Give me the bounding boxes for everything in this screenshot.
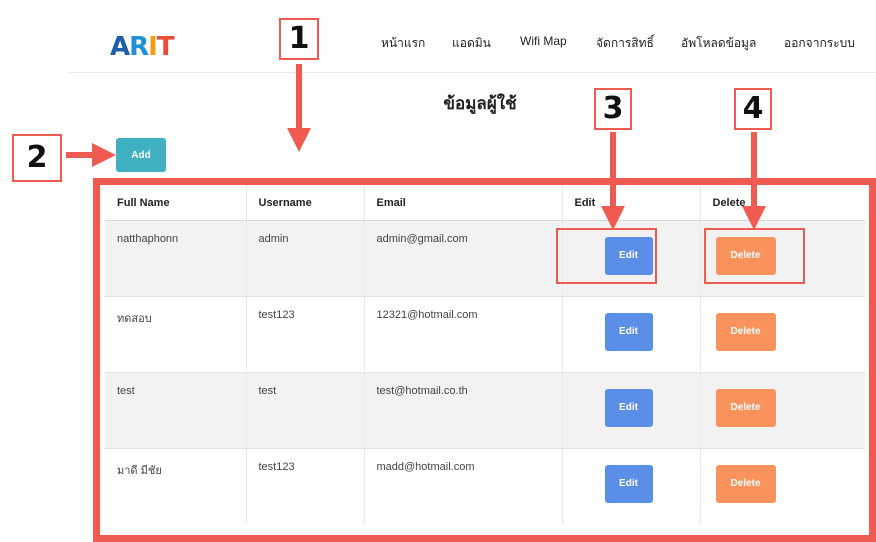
table-row: มาดี มีชัย test123 madd@hotmail.com Edit… [105,447,865,524]
col-header-edit: Edit [561,186,700,221]
edit-highlight-box [556,228,657,284]
header-divider [66,72,876,73]
delete-highlight-box [704,228,805,284]
col-header-email: Email [363,186,562,221]
page-title: ข้อมูลผู้ใช้ [443,94,517,113]
nav-wifi-map[interactable]: Wifi Map [520,34,567,48]
cell-delete: Delete [699,371,865,448]
cell-email: madd@hotmail.com [363,447,562,524]
col-header-username: Username [245,186,364,221]
edit-button[interactable]: Edit [604,464,653,503]
nav-home[interactable]: หน้าแรก [381,34,425,53]
delete-button[interactable]: Delete [715,464,776,503]
edit-button[interactable]: Edit [604,312,653,351]
cell-full-name: มาดี มีชัย [105,447,246,524]
col-header-delete: Delete [699,186,865,221]
cell-edit: Edit [561,295,700,372]
cell-username: test123 [245,295,364,372]
cell-email: test@hotmail.co.th [363,371,562,448]
cell-email: admin@gmail.com [363,219,562,296]
main-nav: หน้าแรก แอดมิน Wifi Map จัดการสิทธิ์ อัพ… [0,34,876,52]
annotation-number-2: 2 [12,134,62,182]
cell-username: test123 [245,447,364,524]
add-user-button[interactable]: Add [116,138,166,172]
cell-email: 12321@hotmail.com [363,295,562,372]
cell-username: admin [245,219,364,296]
cell-full-name: test [105,371,246,448]
delete-button[interactable]: Delete [715,388,776,427]
edit-button[interactable]: Edit [604,388,653,427]
cell-delete: Delete [699,295,865,372]
cell-edit: Edit [561,447,700,524]
cell-username: test [245,371,364,448]
cell-delete: Delete [699,447,865,524]
table-row: ทดสอบ test123 12321@hotmail.com Edit Del… [105,295,865,372]
annotation-number-3: 3 [594,88,632,130]
cell-full-name: natthaphonn [105,219,246,296]
annotation-number-1: 1 [279,18,319,60]
annotation-number-4: 4 [734,88,772,130]
nav-manage-permissions[interactable]: จัดการสิทธิ์ [596,34,654,53]
nav-admin[interactable]: แอดมิน [452,34,491,53]
col-header-full-name: Full Name [105,186,246,221]
cell-edit: Edit [561,371,700,448]
nav-logout[interactable]: ออกจากระบบ [784,34,855,53]
delete-button[interactable]: Delete [715,312,776,351]
table-row: test test test@hotmail.co.th Edit Delete [105,371,865,448]
cell-full-name: ทดสอบ [105,295,246,372]
table-header-row: Full Name Username Email Edit Delete [105,186,865,221]
nav-upload-data[interactable]: อัพโหลดข้อมูล [681,34,756,53]
